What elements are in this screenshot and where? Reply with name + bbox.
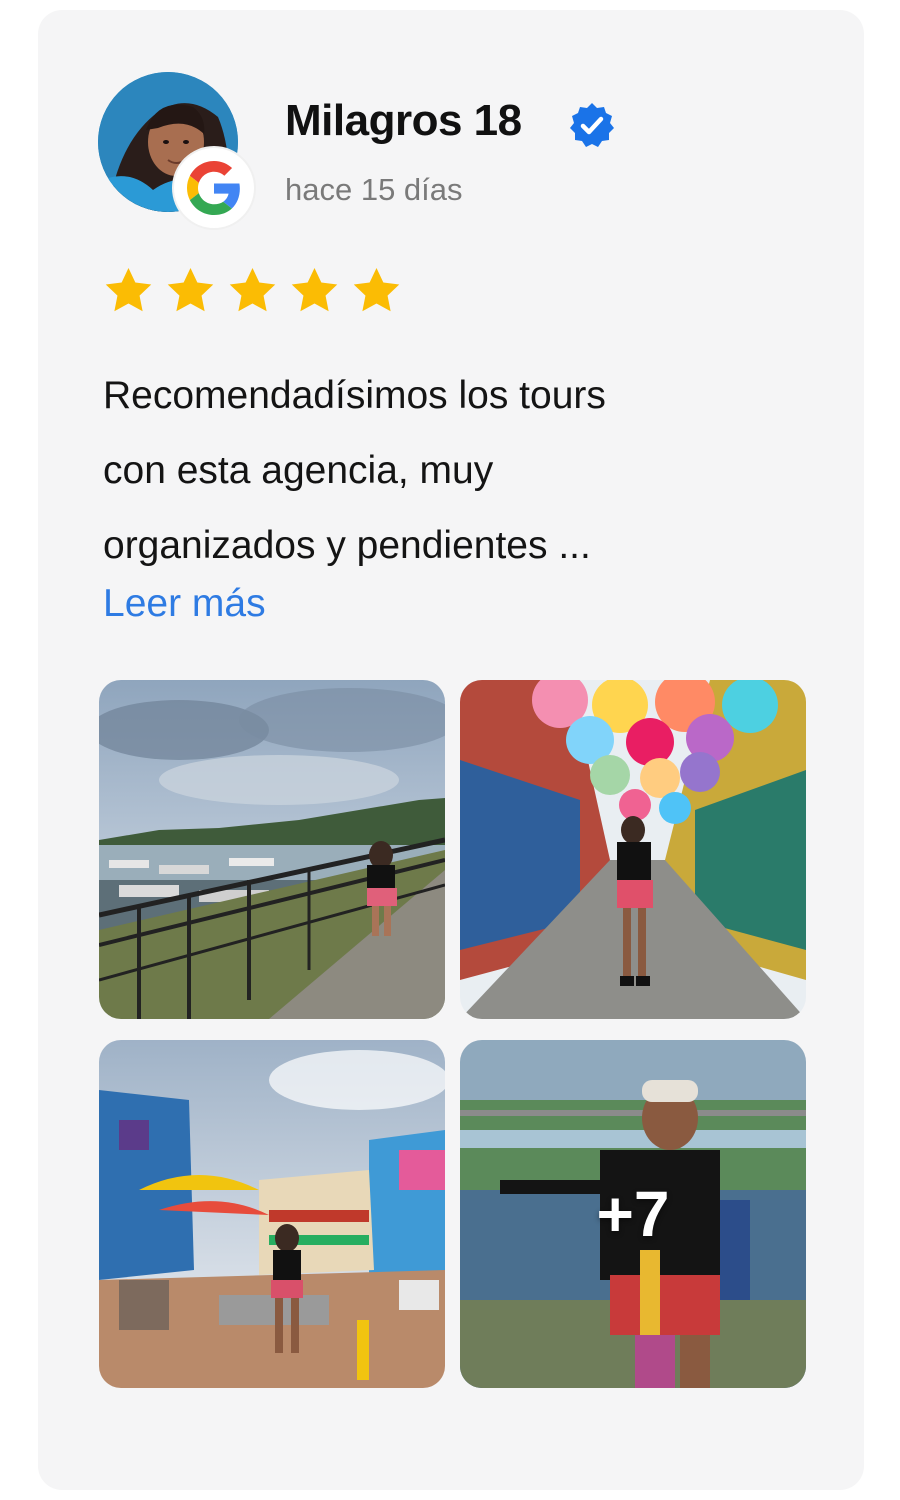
star-rating: [102, 264, 403, 317]
verified-badge-icon: [570, 103, 614, 147]
star-icon: [167, 267, 214, 312]
star-icon: [105, 267, 152, 312]
star-icon: [353, 267, 400, 312]
review-photo-3[interactable]: [99, 1040, 445, 1388]
viewpoint-photo: [460, 1040, 806, 1388]
review-photo-4[interactable]: +7: [460, 1040, 806, 1388]
author-avatar-group[interactable]: [98, 72, 258, 232]
google-badge: [174, 148, 254, 228]
umbrella-street-photo: [460, 680, 806, 1019]
review-photo-1[interactable]: [99, 680, 445, 1019]
star-icon: [291, 267, 338, 312]
google-g-icon: [187, 161, 240, 215]
read-more-link[interactable]: Leer más: [103, 582, 266, 626]
review-time: hace 15 días: [285, 172, 463, 207]
review-text: Recomendadísimos los tours con esta agen…: [103, 374, 606, 567]
author-name[interactable]: Milagros 18: [285, 96, 522, 146]
colorful-plaza-photo: [99, 1040, 445, 1388]
star-icon: [229, 267, 276, 312]
lake-dock-photo: [99, 680, 445, 1019]
review-photo-2[interactable]: [460, 680, 806, 1019]
